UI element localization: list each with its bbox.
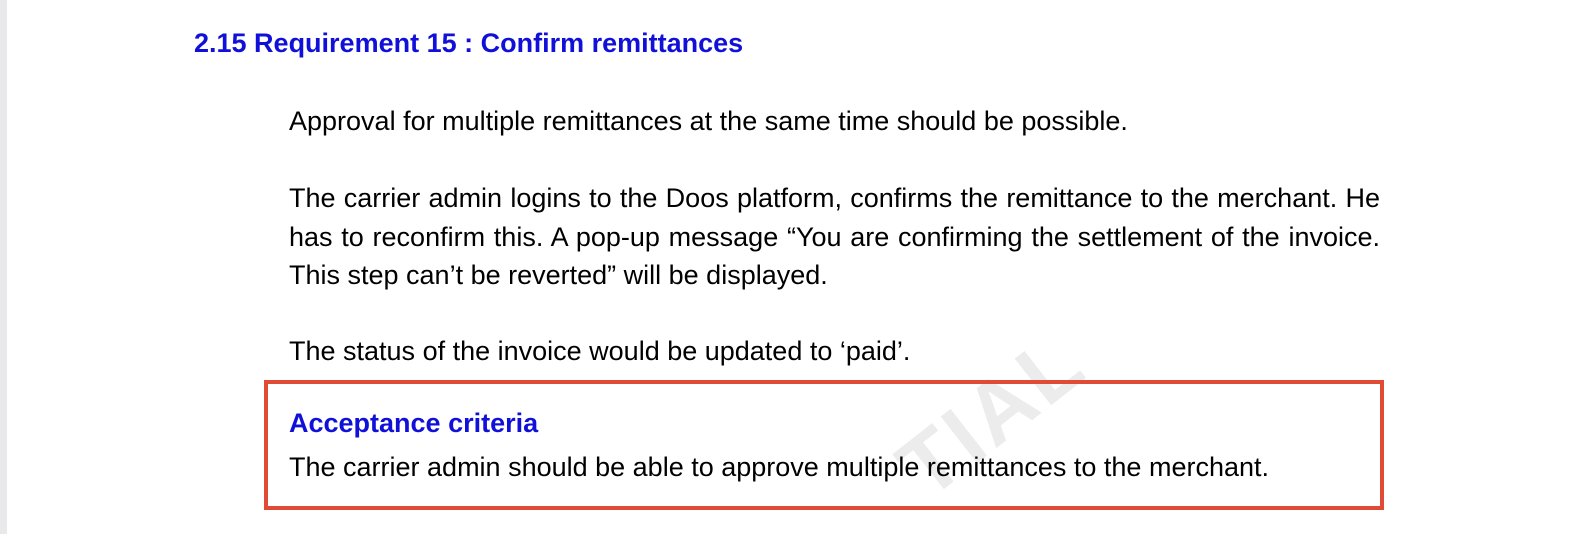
acceptance-criteria-highlight-box [264,380,1384,510]
page-left-edge [0,0,7,534]
paragraph-carrier-admin-flow: The carrier admin logins to the Doos pla… [289,183,1380,290]
section-title: 2.15 Requirement 15 : Confirm remittance… [194,28,744,58]
paragraph-invoice-status: The status of the invoice would be updat… [289,336,911,366]
paragraph-approval: Approval for multiple remittances at the… [289,106,1128,136]
